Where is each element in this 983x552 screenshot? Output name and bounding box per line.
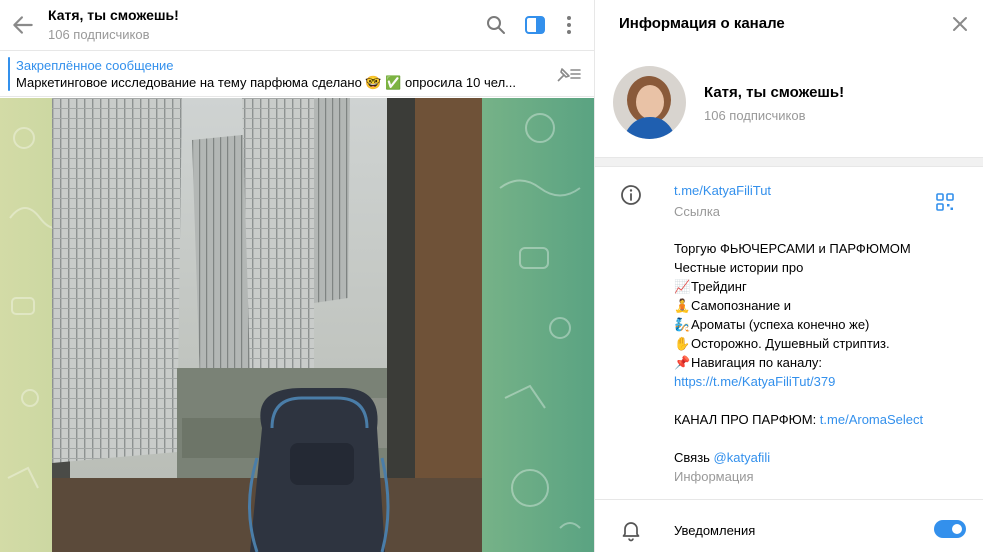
sidebar-toggle-icon[interactable] xyxy=(523,13,547,37)
pinned-message[interactable]: Закреплённое сообщение Маркетинговое исс… xyxy=(0,51,594,97)
avatar-image xyxy=(613,66,686,139)
channel-info-panel: Информация о канале Катя, ты сможешь! 10… xyxy=(594,0,983,552)
pinned-title: Закреплённое сообщение xyxy=(16,58,174,73)
toggle-knob xyxy=(950,522,964,536)
channel-avatar[interactable] xyxy=(613,66,686,139)
genie-emoji-icon: 🧞 xyxy=(674,317,691,332)
chat-subscribers: 106 подписчиков xyxy=(48,27,150,42)
desc-line: 🧘Самопознание и xyxy=(674,298,791,313)
window-city-photo xyxy=(52,98,482,552)
channel-subscribers: 106 подписчиков xyxy=(704,108,806,123)
desc-line: https://t.me/KatyaFiliTut/379 xyxy=(674,372,964,391)
description-label: Информация xyxy=(674,469,754,484)
channel-description: Торгую ФЬЮЧЕРСАМИ и ПАРФЮМОМ Честные ист… xyxy=(674,239,964,467)
desc-line: КАНАЛ ПРО ПАРФЮМ: t.me/AromaSelect xyxy=(674,412,924,427)
panel-title: Информация о канале xyxy=(619,15,785,32)
more-vertical-icon[interactable] xyxy=(557,13,581,37)
notifications-toggle[interactable] xyxy=(934,520,966,538)
meditation-emoji-icon: 🧘 xyxy=(674,298,691,313)
chart-emoji-icon: 📈 xyxy=(674,279,691,294)
navigation-link[interactable]: https://t.me/KatyaFiliTut/379 xyxy=(674,374,835,389)
desc-line: Связь @katyafili xyxy=(674,450,771,465)
chat-title[interactable]: Катя, ты сможешь! xyxy=(48,7,179,23)
section-divider xyxy=(595,499,983,500)
hand-emoji-icon: ✋ xyxy=(674,336,691,351)
desc-blank-line xyxy=(674,429,964,448)
desc-line: 📈Трейдинг xyxy=(674,279,747,294)
search-icon[interactable] xyxy=(484,13,508,37)
section-divider xyxy=(595,157,983,167)
desc-blank-line xyxy=(674,391,964,410)
desc-line: 🧞Ароматы (успеха конечно же) xyxy=(674,317,870,332)
notifications-label: Уведомления xyxy=(674,523,756,538)
desc-line: Честные истории про xyxy=(674,260,804,275)
telegram-window: Катя, ты сможешь! 106 подписчиков Закреп… xyxy=(0,0,983,552)
pushpin-emoji-icon: 📌 xyxy=(674,355,691,370)
qr-code-icon[interactable] xyxy=(933,190,957,214)
aroma-channel-link[interactable]: t.me/AromaSelect xyxy=(820,412,923,427)
desc-line: Торгую ФЬЮЧЕРСАМИ и ПАРФЮМОМ xyxy=(674,241,911,256)
bell-icon xyxy=(622,522,640,542)
desc-line: 📌Навигация по каналу: xyxy=(674,355,823,370)
chat-header: Катя, ты сможешь! 106 подписчиков xyxy=(0,0,594,51)
info-icon xyxy=(621,185,641,205)
message-photo[interactable] xyxy=(52,98,482,552)
link-label: Ссылка xyxy=(674,204,721,219)
chat-pane: Катя, ты сможешь! 106 подписчиков Закреп… xyxy=(0,0,594,552)
pinned-text: Маркетинговое исследование на тему парфю… xyxy=(16,75,516,90)
close-icon[interactable] xyxy=(949,13,971,35)
contact-username-link[interactable]: @katyafili xyxy=(714,450,771,465)
channel-name: Катя, ты сможешь! xyxy=(704,84,845,101)
unpin-icon[interactable] xyxy=(554,63,582,85)
channel-link[interactable]: t.me/KatyaFiliTut xyxy=(674,183,771,198)
pinned-indicator xyxy=(8,57,10,91)
arrow-left-icon[interactable] xyxy=(10,12,36,38)
desc-line: ✋Осторожно. Душевный стриптиз. xyxy=(674,336,890,351)
